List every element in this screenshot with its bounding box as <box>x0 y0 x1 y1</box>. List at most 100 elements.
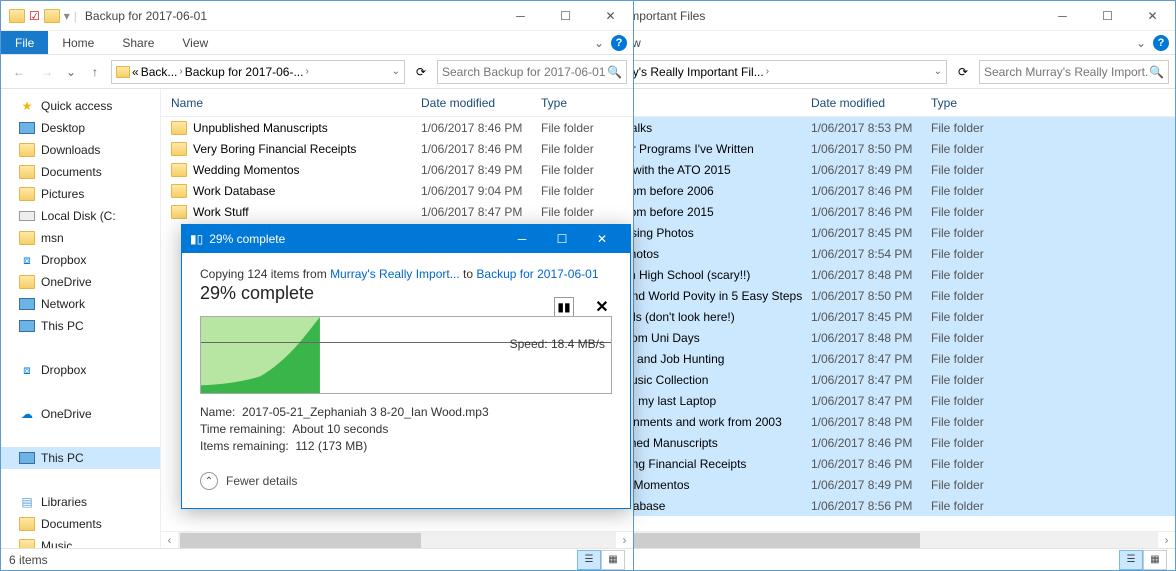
nav-item[interactable] <box>1 381 160 403</box>
search-icon[interactable]: 🔍 <box>1149 65 1164 79</box>
table-row[interactable]: Work Stuff1/06/2017 8:47 PMFile folder <box>161 201 633 222</box>
copy-dest-link[interactable]: Backup for 2017-06-01 <box>476 267 598 281</box>
dialog-minimize-button[interactable]: ─ <box>502 225 542 253</box>
qat-icon[interactable]: ☑ <box>29 9 40 23</box>
tab-file[interactable]: File <box>1 31 48 54</box>
copy-source-link[interactable]: Murray's Really Import... <box>330 267 460 281</box>
refresh-button[interactable]: ⟳ <box>409 60 433 84</box>
nav-item[interactable] <box>1 337 160 359</box>
table-row[interactable]: Embarassing Photos1/06/2017 8:45 PMFile … <box>551 222 1175 243</box>
table-row[interactable]: Family Photos1/06/2017 8:54 PMFile folde… <box>551 243 1175 264</box>
table-row[interactable]: Passwords (don't look here!)1/06/2017 8:… <box>551 306 1175 327</box>
ribbon-collapse-icon[interactable]: ⌄ <box>591 36 607 50</box>
nav-item[interactable]: Local Disk (C: <box>1 205 160 227</box>
close-button[interactable]: ✕ <box>1130 1 1175 30</box>
view-details-button[interactable]: ☰ <box>577 550 601 570</box>
breadcrumb-dropdown-icon[interactable]: ⌄ <box>934 66 942 77</box>
nav-back-button[interactable]: ← <box>7 60 31 84</box>
breadcrumb-seg[interactable]: « <box>132 65 139 79</box>
nav-item[interactable]: Downloads <box>1 139 160 161</box>
cancel-button[interactable]: ✕ <box>592 297 612 317</box>
table-row[interactable]: Unpublished Manuscripts1/06/2017 8:46 PM… <box>161 117 633 138</box>
table-row[interactable]: Photos from Uni Days1/06/2017 8:48 PMFil… <box>551 327 1175 348</box>
table-row[interactable]: Resumes and Job Hunting1/06/2017 8:47 PM… <box>551 348 1175 369</box>
maximize-button[interactable]: ☐ <box>543 1 588 30</box>
nav-item[interactable]: Music <box>1 535 160 548</box>
qat-dropdown-icon[interactable]: ▾ <box>64 9 70 23</box>
nav-item[interactable]: ☁OneDrive <box>1 403 160 425</box>
nav-item[interactable]: msn <box>1 227 160 249</box>
table-row[interactable]: Files from High School (scary!!)1/06/201… <box>551 264 1175 285</box>
table-row[interactable]: Wedding Momentos1/06/2017 8:49 PMFile fo… <box>161 159 633 180</box>
col-name[interactable]: Name <box>161 96 421 110</box>
breadcrumb-dropdown-icon[interactable]: ⌄ <box>392 66 400 77</box>
dialog-maximize-button[interactable]: ☐ <box>542 225 582 253</box>
view-details-button[interactable]: ☰ <box>1119 550 1143 570</box>
nav-item[interactable]: OneDrive <box>1 271 160 293</box>
nav-item[interactable]: Documents <box>1 161 160 183</box>
table-row[interactable]: Emails from before 20061/06/2017 8:46 PM… <box>551 180 1175 201</box>
nav-item[interactable]: ⧈Dropbox <box>1 249 160 271</box>
table-row[interactable]: Emails from before 20151/06/2017 8:46 PM… <box>551 201 1175 222</box>
nav-up-button[interactable]: ↑ <box>83 60 107 84</box>
refresh-button[interactable]: ⟳ <box>951 60 975 84</box>
table-row[interactable]: Computer Programs I've Written1/06/2017 … <box>551 138 1175 159</box>
maximize-button[interactable]: ☐ <box>1085 1 1130 30</box>
search-input[interactable] <box>984 65 1149 79</box>
col-date[interactable]: Date modified <box>421 96 541 110</box>
table-row[interactable]: Church Talks1/06/2017 8:53 PMFile folder <box>551 117 1175 138</box>
search-box[interactable]: 🔍 <box>437 60 627 84</box>
table-row[interactable]: Very Boring Financial Receipts1/06/2017 … <box>551 453 1175 474</box>
table-row[interactable]: Uni Assignments and work from 20031/06/2… <box>551 411 1175 432</box>
tab-share[interactable]: Share <box>108 31 168 54</box>
table-row[interactable]: Wedding Momentos1/06/2017 8:49 PMFile fo… <box>551 474 1175 495</box>
search-icon[interactable]: 🔍 <box>607 65 622 79</box>
horizontal-scrollbar[interactable]: ‹ › <box>541 531 1175 548</box>
tab-home[interactable]: Home <box>48 31 108 54</box>
nav-pane[interactable]: ★Quick accessDesktopDownloadsDocumentsPi… <box>1 89 161 548</box>
col-type[interactable]: Type <box>931 96 1021 110</box>
horizontal-scrollbar[interactable]: ‹ › <box>161 531 633 548</box>
dialog-titlebar[interactable]: ▮▯ 29% complete ─ ☐ ✕ <box>182 225 630 253</box>
nav-item[interactable]: Documents <box>1 513 160 535</box>
view-icons-button[interactable]: ▦ <box>1143 550 1167 570</box>
nav-item[interactable]: Pictures <box>1 183 160 205</box>
breadcrumb-seg[interactable]: Back...› <box>141 65 183 79</box>
nav-history-icon[interactable]: ⌄ <box>63 65 79 79</box>
nav-item[interactable]: ▤Libraries <box>1 491 160 513</box>
table-row[interactable]: Unpublished Manuscripts1/06/2017 8:46 PM… <box>551 432 1175 453</box>
table-row[interactable]: Dealings with the ATO 20151/06/2017 8:49… <box>551 159 1175 180</box>
breadcrumb-seg[interactable]: Backup for 2017-06-...› <box>185 65 309 79</box>
minimize-button[interactable]: ─ <box>1040 1 1085 30</box>
table-row[interactable]: Secret Music Collection1/06/2017 8:47 PM… <box>551 369 1175 390</box>
col-date[interactable]: Date modified <box>811 96 931 110</box>
help-icon[interactable]: ? <box>1153 35 1169 51</box>
help-icon[interactable]: ? <box>611 35 627 51</box>
breadcrumb[interactable]: « Back...› Backup for 2017-06-...› ⌄ <box>111 60 405 84</box>
nav-item[interactable]: ★Quick access <box>1 95 160 117</box>
table-row[interactable]: Very Boring Financial Receipts1/06/2017 … <box>161 138 633 159</box>
tab-view[interactable]: View <box>168 31 222 54</box>
nav-item[interactable] <box>1 425 160 447</box>
ribbon-collapse-icon[interactable]: ⌄ <box>1133 36 1149 50</box>
col-type[interactable]: Type <box>541 96 631 110</box>
view-icons-button[interactable]: ▦ <box>601 550 625 570</box>
nav-item[interactable]: ⧈Dropbox <box>1 359 160 381</box>
titlebar[interactable]: ☑ ▾ | Backup for 2017-06-01 ─ ☐ ✕ <box>1 1 633 31</box>
table-row[interactable]: Stuff from my last Laptop1/06/2017 8:47 … <box>551 390 1175 411</box>
search-box[interactable]: 🔍 <box>979 60 1169 84</box>
nav-forward-button[interactable]: → <box>35 60 59 84</box>
close-button[interactable]: ✕ <box>588 1 633 30</box>
titlebar[interactable]: rray's Really Important Files ─ ☐ ✕ <box>541 1 1175 31</box>
minimize-button[interactable]: ─ <box>498 1 543 30</box>
nav-item[interactable]: This PC <box>1 447 160 469</box>
nav-item[interactable]: Network <box>1 293 160 315</box>
table-row[interactable]: Work Database1/06/2017 9:04 PMFile folde… <box>161 180 633 201</box>
pause-button[interactable]: ▮▮ <box>554 297 574 317</box>
file-rows[interactable]: Church Talks1/06/2017 8:53 PMFile folder… <box>541 117 1175 531</box>
search-input[interactable] <box>442 65 607 79</box>
column-headers[interactable]: Name Date modified Type <box>161 89 633 117</box>
nav-item[interactable] <box>1 469 160 491</box>
column-headers[interactable]: Name Date modified Type <box>541 89 1175 117</box>
nav-item[interactable]: This PC <box>1 315 160 337</box>
